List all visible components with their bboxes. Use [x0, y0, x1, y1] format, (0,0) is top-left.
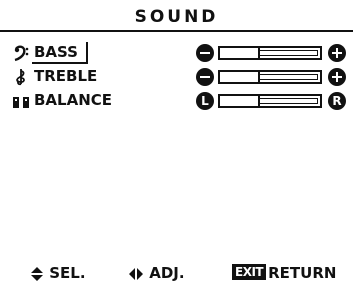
minus-icon[interactable]: [196, 68, 214, 86]
slider-track[interactable]: [218, 94, 322, 108]
balance-slider[interactable]: L R: [196, 92, 346, 110]
speakers-icon: [12, 92, 30, 110]
exit-key-badge: EXIT: [232, 264, 267, 280]
select-hint-label: SEL.: [49, 264, 86, 282]
title-divider: [0, 30, 353, 32]
plus-icon[interactable]: [328, 68, 346, 86]
right-channel-icon[interactable]: R: [328, 92, 346, 110]
bass-clef-icon: [12, 44, 30, 62]
slider-fill: [220, 48, 260, 58]
slider-fill: [220, 72, 260, 82]
menu-item-bass[interactable]: BASS: [12, 42, 347, 64]
left-right-arrows-icon: [128, 264, 149, 282]
plus-icon[interactable]: [328, 44, 346, 62]
return-hint: EXIT RETURN: [232, 262, 336, 284]
slider-fill: [220, 96, 260, 106]
adjust-hint-label: ADJ.: [149, 264, 185, 282]
slider-track[interactable]: [218, 70, 322, 84]
treble-slider[interactable]: [196, 68, 346, 86]
adjust-hint: ADJ.: [128, 262, 185, 284]
return-hint-label: RETURN: [268, 264, 337, 282]
bass-slider[interactable]: [196, 44, 346, 62]
menu-item-label: TREBLE: [34, 67, 98, 85]
menu-item-balance[interactable]: BALANCE L R: [12, 90, 347, 112]
footer-hints: SEL. ADJ. EXIT RETURN: [0, 262, 353, 284]
menu-item-treble[interactable]: TREBLE: [12, 66, 347, 88]
minus-icon[interactable]: [196, 44, 214, 62]
slider-track[interactable]: [218, 46, 322, 60]
menu-item-label: BASS: [32, 42, 88, 64]
left-channel-icon[interactable]: L: [196, 92, 214, 110]
menu-title: SOUND: [134, 7, 219, 27]
select-hint: SEL.: [30, 262, 86, 284]
up-down-arrows-icon: [30, 264, 49, 282]
menu-item-label: BALANCE: [34, 91, 113, 109]
treble-clef-icon: [12, 68, 30, 86]
